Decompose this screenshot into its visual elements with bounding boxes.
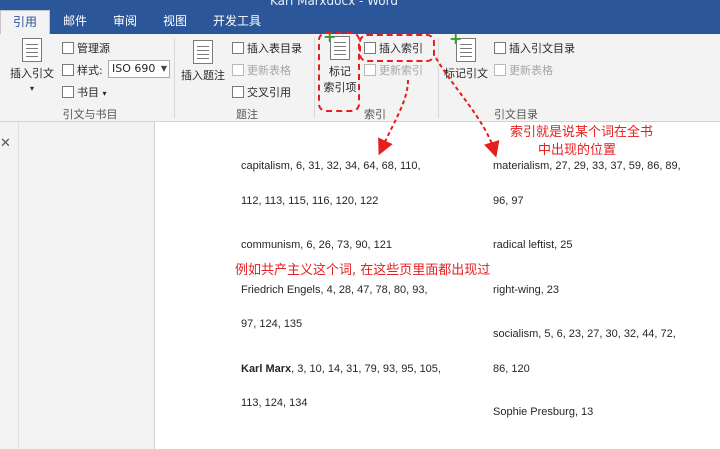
update-index-button[interactable]: 更新索引 [364,62,423,78]
highlight-insert-index [359,34,435,62]
update-icon [494,64,506,76]
mark-citation-icon [449,29,476,62]
index-entry: 97, 124, 135 [241,318,303,330]
style-select[interactable]: ISO 690 ▼ [108,60,170,78]
tab-references[interactable]: 引用 [0,10,50,35]
index-entry-pages: , 3, 10, 14, 31, 79, 93, 95, 105, [291,363,441,375]
mark-citation-label: 标记引文 [444,67,488,80]
tab-review[interactable]: 审阅 [102,10,148,34]
close-icon[interactable]: ✕ [0,136,11,151]
style-icon [62,64,74,76]
index-entry: materialism, 27, 29, 33, 37, 59, 86, 89, [493,160,681,172]
index-entry: socialism, 5, 6, 23, 27, 30, 32, 44, 72, [493,328,676,340]
style-value: ISO 690 [112,62,156,75]
book-icon [62,86,74,98]
table-of-figures-icon [232,42,244,54]
update-table-button[interactable]: 更新表格 [232,62,291,78]
cross-reference-button[interactable]: 交叉引用 [232,84,291,100]
index-entry: communism, 6, 26, 73, 90, 121 [241,239,393,251]
update-authorities-table-label: 更新表格 [509,64,553,77]
bibliography-button[interactable]: 书目 ▾ [62,84,107,100]
manage-sources-label: 管理源 [77,42,110,55]
insert-table-of-authorities-label: 插入引文目录 [509,42,575,55]
index-entry: capitalism, 6, 31, 32, 34, 64, 68, 110, [241,160,421,172]
manage-sources-button[interactable]: 管理源 [62,40,110,56]
page-margin-area [19,122,154,449]
navigation-pane [0,122,18,449]
cross-reference-icon [232,86,244,98]
mark-citation-button[interactable]: 标记引文 [442,29,490,81]
index-entry-term: Karl Marx [241,363,292,375]
insert-table-of-figures-label: 插入表目录 [247,42,302,55]
bibliography-label: 书目 [77,86,99,99]
index-entry: Sophie Presburg, 13 [493,406,594,418]
tab-mailings[interactable]: 邮件 [52,10,98,34]
update-index-label: 更新索引 [379,64,423,77]
authorities-icon [494,42,506,54]
update-icon [232,64,244,76]
update-icon [364,64,376,76]
ribbon-tabs: 引用 邮件 审阅 视图 开发工具 [0,10,720,35]
group-label-captions: 题注 [236,108,258,121]
group-separator [314,38,315,118]
group-label-authorities: 引文目录 [494,108,538,121]
insert-citation-button[interactable]: 插入引文 ▾ [6,38,58,94]
insert-caption-label: 插入题注 [181,69,225,82]
index-entry: Friedrich Engels, 4, 28, 47, 78, 80, 93, [241,284,428,296]
insert-table-of-figures-button[interactable]: 插入表目录 [232,40,302,56]
insert-caption-button[interactable]: 插入题注 [178,40,228,83]
index-entry: radical leftist, 25 [493,239,573,251]
document-icon [193,40,213,64]
document-icon [22,38,42,62]
dropdown-arrow-icon: ▾ [29,84,34,93]
group-separator [174,38,175,118]
window-title: Karl Marxdocx - Word [270,0,398,8]
index-entry: 112, 113, 115, 116, 120, 122 [241,195,379,207]
chevron-down-icon: ▼ [160,64,167,73]
annotation-index-meaning-2: 中出现的位置 [538,143,617,158]
index-entry: Karl Marx, 3, 10, 14, 31, 79, 93, 95, 10… [241,363,441,375]
style-label: 样式: [62,62,103,78]
dropdown-arrow-icon: ▾ [102,89,107,98]
index-entry: 86, 120 [493,363,530,375]
title-bar: Karl Marxdocx - Word [0,0,720,10]
update-table-label: 更新表格 [247,64,291,77]
tab-developer[interactable]: 开发工具 [202,10,272,34]
insert-citation-label: 插入引文 [10,67,54,80]
cross-reference-label: 交叉引用 [247,86,291,99]
index-entry: right-wing, 23 [493,284,560,296]
tab-view[interactable]: 视图 [152,10,198,34]
update-authorities-table-button[interactable]: 更新表格 [494,62,553,78]
annotation-index-meaning: 索引就是说某个词在全书 [510,125,654,140]
index-entry: 96, 97 [493,195,524,207]
group-separator [438,38,439,118]
group-label-citations: 引文与书目 [62,108,118,121]
highlight-mark-entry [318,32,360,112]
insert-table-of-authorities-button[interactable]: 插入引文目录 [494,40,575,56]
index-entry: 113, 124, 134 [241,397,308,409]
annotation-example: 例如共产主义这个词, 在这些页里面都出现过 [235,263,491,278]
sources-icon [62,42,74,54]
